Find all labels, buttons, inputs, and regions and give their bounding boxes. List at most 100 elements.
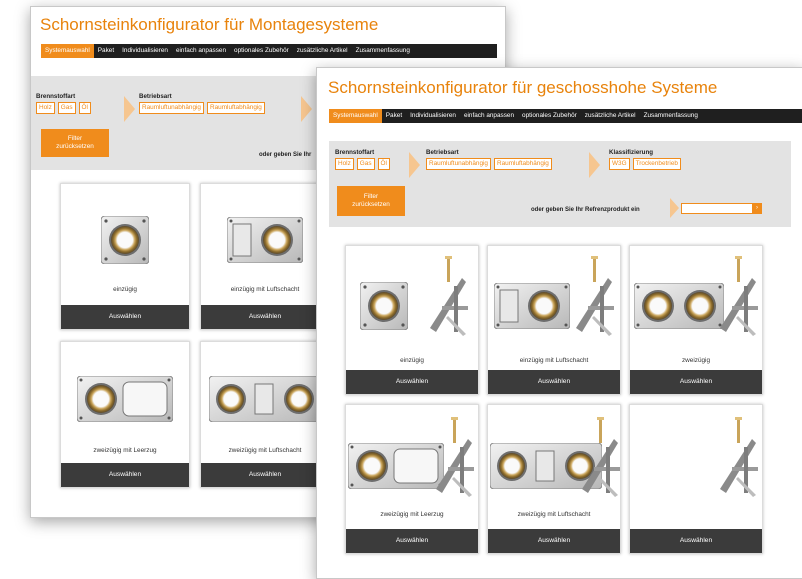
select-button[interactable]: Auswählen — [61, 305, 189, 329]
select-button[interactable]: Auswählen — [346, 529, 478, 553]
product-caption: zweizügig mit Luftschacht — [517, 511, 591, 518]
mode-filter-label: Betriebsart — [139, 93, 172, 100]
product-caption: zweizügig mit Luftschacht — [228, 447, 302, 454]
product-card[interactable]: Auswählen — [629, 404, 763, 554]
filter-tag-w3g[interactable]: W3G — [609, 158, 630, 170]
tab-paket[interactable]: Paket — [94, 44, 118, 58]
select-button[interactable]: Auswählen — [201, 305, 329, 329]
product-caption: einzügig — [400, 357, 424, 364]
product-card[interactable]: zweizügig mit Leerzug Auswählen — [345, 404, 479, 554]
filter-tag-raumluftunabhaengig[interactable]: Raumluftunabhängig — [426, 158, 491, 170]
product-image-zweizuegig-leerzug — [348, 443, 444, 489]
configurator-window-geschosshohe-systeme: Schornsteinkonfigurator für geschosshohe… — [316, 67, 802, 579]
installation-illustration-icon — [576, 256, 614, 336]
class-filter-group: Klassifizierung W3G Trockenbetrieb — [609, 149, 681, 170]
tab-einfach-anpassen[interactable]: einfach anpassen — [460, 109, 518, 123]
product-card[interactable]: einzügig Auswählen — [345, 245, 479, 395]
tab-zusammenfassung[interactable]: Zusammenfassung — [640, 109, 702, 123]
installation-illustration-icon — [720, 256, 758, 336]
product-caption: zweizügig — [681, 357, 711, 364]
mode-filter-group: Betriebsart Raumluftunabhängig Raumlufta… — [426, 149, 552, 170]
select-button[interactable]: Auswählen — [630, 370, 762, 394]
class-filter-label: Klassifizierung — [609, 149, 654, 156]
select-button[interactable]: Auswählen — [61, 463, 189, 487]
installation-illustration-icon — [720, 417, 758, 497]
step-navigation: Systemauswahl Paket Individualisieren ei… — [41, 44, 497, 58]
filter-tag-gas[interactable]: Gas — [356, 158, 375, 170]
reference-arrow-icon — [670, 198, 679, 218]
filter-tag-raumluftabhaengig[interactable]: Raumluftabhängig — [206, 102, 265, 114]
product-card[interactable]: zweizügig mit Leerzug Auswählen — [60, 341, 190, 488]
installation-illustration-icon — [430, 256, 468, 336]
filter-tag-oel[interactable]: Öl — [377, 158, 390, 170]
product-caption: einzügig — [113, 286, 137, 293]
step-navigation: Systemauswahl Paket Individualisieren ei… — [329, 109, 802, 123]
filter-separator-arrow — [409, 152, 420, 178]
product-image-zweizuegig-luftschacht — [209, 376, 321, 422]
tab-optionales-zubehoer[interactable]: optionales Zubehör — [230, 44, 293, 58]
tab-einfach-anpassen[interactable]: einfach anpassen — [172, 44, 230, 58]
product-card[interactable]: zweizügig mit Luftschacht Auswählen — [487, 404, 621, 554]
product-image-zweizuegig-leerzug — [77, 376, 173, 422]
filter-tag-raumluftunabhaengig[interactable]: Raumluftunabhängig — [139, 102, 204, 114]
filter-separator-arrow — [124, 96, 135, 122]
filter-tag-holz[interactable]: Holz — [36, 102, 55, 114]
fuel-filter-group: Brennstoffart Holz Gas Öl — [36, 93, 91, 114]
product-image-einzuegig — [101, 216, 149, 264]
fuel-filter-label: Brennstoffart — [36, 93, 76, 100]
tab-systemauswahl[interactable]: Systemauswahl — [329, 109, 382, 123]
filter-tag-trockenbetrieb[interactable]: Trockenbetrieb — [632, 158, 681, 170]
filter-tag-gas[interactable]: Gas — [57, 102, 76, 114]
fuel-filter-group: Brennstoffart Holz Gas Öl — [335, 149, 390, 170]
product-card[interactable]: einzügig mit Luftschacht Auswählen — [200, 183, 330, 330]
product-caption: einzügig mit Luftschacht — [230, 286, 300, 293]
product-image-einzuegig — [360, 282, 408, 330]
page-title: Schornsteinkonfigurator für geschosshohe… — [328, 78, 718, 97]
reset-filter-label-2: zurücksetzen — [56, 143, 94, 150]
reset-filter-button[interactable]: Filter zurücksetzen — [337, 186, 405, 216]
product-card[interactable]: einzügig Auswählen — [60, 183, 190, 330]
product-caption: zweizügig mit Leerzug — [380, 511, 444, 518]
reference-product-label: oder geben Sie Ihr Refrenzprodukt ein — [531, 207, 640, 213]
filter-tag-holz[interactable]: Holz — [335, 158, 354, 170]
tab-systemauswahl[interactable]: Systemauswahl — [41, 44, 94, 58]
tab-individualisieren[interactable]: Individualisieren — [406, 109, 460, 123]
mode-filter-label: Betriebsart — [426, 149, 459, 156]
tab-zusammenfassung[interactable]: Zusammenfassung — [352, 44, 414, 58]
reset-filter-label-1: Filter — [363, 193, 379, 200]
reset-filter-button[interactable]: Filter zurücksetzen — [41, 129, 109, 157]
select-button[interactable]: Auswählen — [488, 529, 620, 553]
installation-illustration-icon — [436, 417, 474, 497]
filter-panel: Brennstoffart Holz Gas Öl Betriebsart Ra… — [329, 141, 791, 227]
tab-optionales-zubehoer[interactable]: optionales Zubehör — [518, 109, 581, 123]
tab-paket[interactable]: Paket — [382, 109, 406, 123]
filter-separator-arrow — [589, 152, 600, 178]
installation-illustration-icon — [582, 417, 620, 497]
product-image-zweizuegig — [634, 283, 724, 329]
select-button[interactable]: Auswählen — [630, 529, 762, 553]
reset-filter-label-1: Filter — [67, 135, 83, 142]
reference-product-label: oder geben Sie Ihr — [259, 152, 312, 158]
reference-submit-button[interactable]: › — [752, 203, 762, 214]
product-image-einzuegig-luftschacht — [227, 217, 303, 263]
select-button[interactable]: Auswählen — [201, 463, 329, 487]
tab-individualisieren[interactable]: Individualisieren — [118, 44, 172, 58]
mode-filter-group: Betriebsart Raumluftunabhängig Raumlufta… — [139, 93, 265, 114]
page-title: Schornsteinkonfigurator für Montagesyste… — [40, 15, 379, 34]
reference-product-input[interactable] — [681, 203, 753, 214]
product-image-einzuegig-luftschacht — [494, 283, 570, 329]
filter-tag-raumluftabhaengig[interactable]: Raumluftabhängig — [493, 158, 552, 170]
product-card[interactable]: zweizügig mit Luftschacht Auswählen — [200, 341, 330, 488]
reset-filter-label-2: zurücksetzen — [352, 201, 390, 208]
product-caption: einzügig mit Luftschacht — [519, 357, 589, 364]
product-card[interactable]: zweizügig Auswählen — [629, 245, 763, 395]
product-card[interactable]: einzügig mit Luftschacht Auswählen — [487, 245, 621, 395]
product-caption: zweizügig mit Leerzug — [93, 447, 157, 454]
tab-zusaetzliche-artikel[interactable]: zusätzliche Artikel — [581, 109, 640, 123]
fuel-filter-label: Brennstoffart — [335, 149, 375, 156]
select-button[interactable]: Auswählen — [488, 370, 620, 394]
tab-zusaetzliche-artikel[interactable]: zusätzliche Artikel — [293, 44, 352, 58]
filter-separator-arrow — [301, 96, 312, 122]
select-button[interactable]: Auswählen — [346, 370, 478, 394]
filter-tag-oel[interactable]: Öl — [78, 102, 91, 114]
